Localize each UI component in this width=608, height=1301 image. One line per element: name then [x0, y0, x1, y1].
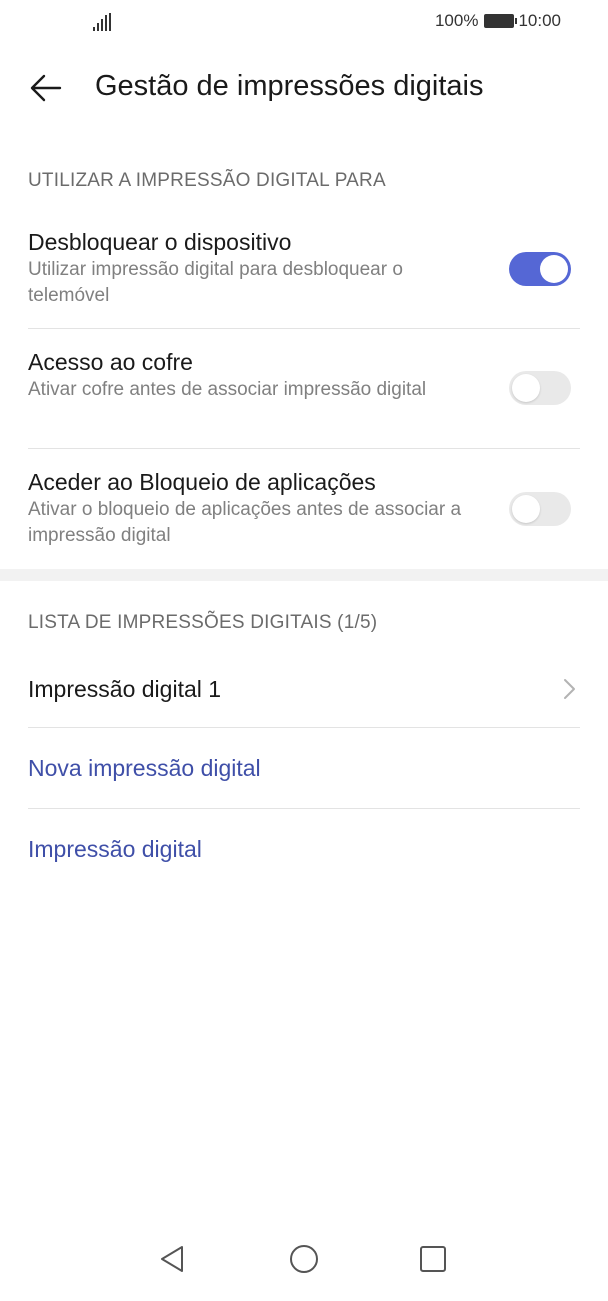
section-header-usage: UTILIZAR A IMPRESSÃO DIGITAL PARA	[28, 170, 386, 191]
divider	[28, 448, 580, 449]
setting-row-unlock-device[interactable]: Desbloquear o dispositivo Utilizar impre…	[28, 227, 580, 309]
page-title: Gestão de impressões digitais	[95, 70, 484, 102]
chevron-right-icon	[564, 679, 575, 699]
back-arrow-icon[interactable]	[28, 70, 64, 106]
nav-recents-icon[interactable]	[413, 1239, 453, 1279]
new-fingerprint-button[interactable]: Nova impressão digital	[28, 755, 261, 782]
toggle-knob	[540, 255, 568, 283]
row-title: Acesso ao cofre	[28, 349, 193, 375]
clock: 10:00	[518, 11, 561, 30]
title-bar: Gestão de impressões digitais	[0, 56, 608, 120]
status-bar: 100% 10:00	[0, 0, 608, 44]
navigation-bar	[0, 1221, 608, 1301]
row-subtitle: Ativar o bloqueio de aplicações antes de…	[28, 499, 462, 546]
setting-row-vault-access[interactable]: Acesso ao cofre Ativar cofre antes de as…	[28, 347, 580, 403]
toggle-knob	[512, 495, 540, 523]
divider	[28, 808, 580, 809]
signal-icon	[93, 13, 113, 31]
nav-home-icon[interactable]	[284, 1239, 324, 1279]
divider	[28, 328, 580, 329]
fingerprint-list-item[interactable]: Impressão digital 1	[28, 674, 580, 704]
battery-icon	[484, 14, 518, 28]
fingerprint-link[interactable]: Impressão digital	[28, 836, 202, 863]
unlock-device-toggle[interactable]	[509, 252, 571, 286]
battery-percent: 100%	[434, 11, 479, 30]
vault-access-toggle[interactable]	[509, 371, 571, 405]
row-title: Desbloquear o dispositivo	[28, 229, 292, 255]
row-subtitle: Ativar cofre antes de associar impressão…	[28, 379, 427, 400]
divider	[28, 727, 580, 728]
fingerprint-name: Impressão digital 1	[28, 676, 222, 702]
row-title: Aceder ao Bloqueio de aplicações	[28, 469, 376, 495]
section-header-fingerprint-list: LISTA DE IMPRESSÕES DIGITAIS (1/5)	[28, 612, 378, 633]
row-subtitle: Utilizar impressão digital para desbloqu…	[28, 259, 403, 306]
app-lock-toggle[interactable]	[509, 492, 571, 526]
nav-back-icon[interactable]	[154, 1239, 194, 1279]
toggle-knob	[512, 374, 540, 402]
section-separator	[0, 569, 608, 581]
setting-row-app-lock[interactable]: Aceder ao Bloqueio de aplicações Ativar …	[28, 467, 580, 549]
status-right: 100% 10:00	[435, 11, 561, 31]
